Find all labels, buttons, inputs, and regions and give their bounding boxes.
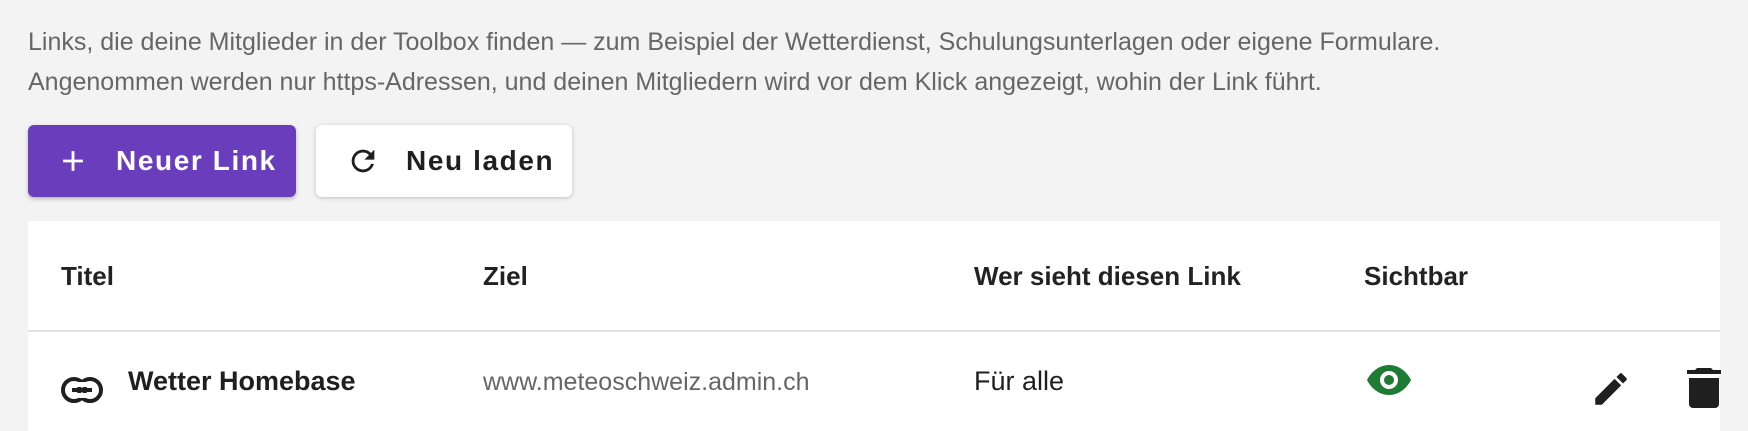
new-link-label: Neuer Link <box>116 145 277 176</box>
table-header: Titel Ziel Wer sieht diesen Link Sichtba… <box>28 221 1720 332</box>
link-target: www.meteoschweiz.admin.ch <box>483 368 810 396</box>
table-row[interactable]: Wetter Homebase www.meteoschweiz.admin.c… <box>28 334 1721 431</box>
pencil-icon[interactable] <box>1590 368 1632 410</box>
column-header-audience[interactable]: Wer sieht diesen Link <box>974 221 1241 332</box>
column-header-visible[interactable]: Sichtbar <box>1364 221 1468 332</box>
refresh-icon <box>346 144 380 178</box>
column-header-title[interactable]: Titel <box>61 221 114 332</box>
plus-icon <box>56 144 90 178</box>
link-title[interactable]: Wetter Homebase <box>128 361 356 401</box>
column-header-target[interactable]: Ziel <box>483 221 528 332</box>
intro-text: Links, die deine Mitglieder in der Toolb… <box>28 22 1708 102</box>
intro-line-1: Links, die deine Mitglieder in der Toolb… <box>28 28 1441 56</box>
links-table: Titel Ziel Wer sieht diesen Link Sichtba… <box>28 221 1721 431</box>
link-icon <box>61 376 103 404</box>
intro-line-2: Angenommen werden nur https-Adressen, un… <box>28 68 1322 96</box>
links-admin-page: Links, die deine Mitglieder in der Toolb… <box>0 0 1748 431</box>
eye-icon[interactable] <box>1366 362 1412 398</box>
link-audience: Für alle <box>974 366 1065 396</box>
reload-label: Neu laden <box>406 145 555 176</box>
new-link-button[interactable]: Neuer Link <box>28 125 296 197</box>
trash-icon[interactable] <box>1687 366 1721 408</box>
reload-button[interactable]: Neu laden <box>316 125 572 197</box>
